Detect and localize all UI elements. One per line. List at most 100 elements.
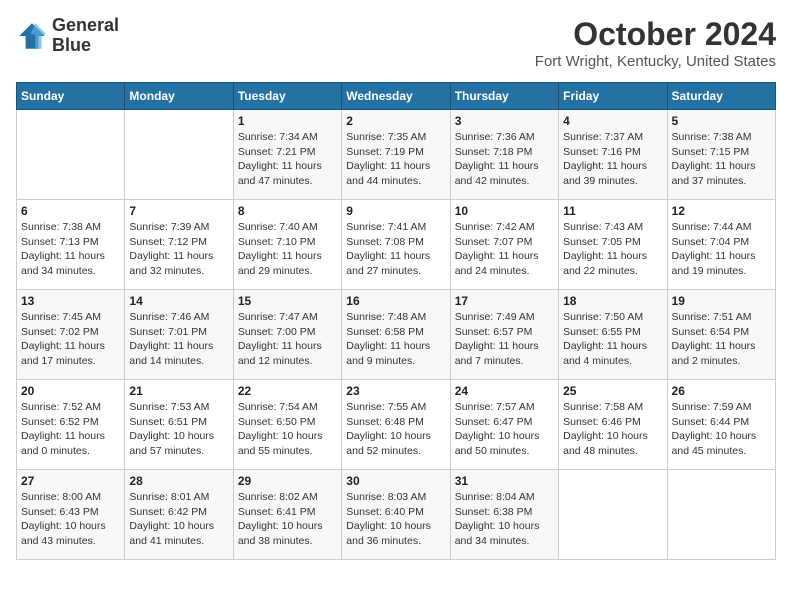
day-info: Sunrise: 7:38 AM Sunset: 7:15 PM Dayligh…: [672, 130, 771, 189]
day-info: Sunrise: 7:45 AM Sunset: 7:02 PM Dayligh…: [21, 310, 120, 369]
day-info: Sunrise: 7:44 AM Sunset: 7:04 PM Dayligh…: [672, 220, 771, 279]
day-number: 29: [238, 474, 337, 488]
day-info: Sunrise: 7:55 AM Sunset: 6:48 PM Dayligh…: [346, 400, 445, 459]
day-number: 1: [238, 114, 337, 128]
day-info: Sunrise: 7:50 AM Sunset: 6:55 PM Dayligh…: [563, 310, 662, 369]
day-number: 12: [672, 204, 771, 218]
calendar-cell: 11Sunrise: 7:43 AM Sunset: 7:05 PM Dayli…: [559, 200, 667, 290]
day-number: 19: [672, 294, 771, 308]
calendar-cell: 27 Sunrise: 8:00 AM Sunset: 6:43 PM Dayli…: [17, 470, 125, 560]
day-number: 3: [455, 114, 554, 128]
logo-line2: Blue: [52, 36, 119, 56]
day-info: Sunrise: 7:57 AM Sunset: 6:47 PM Dayligh…: [455, 400, 554, 459]
day-info: Sunrise: 7:48 AM Sunset: 6:58 PM Dayligh…: [346, 310, 445, 369]
day-number: 16: [346, 294, 445, 308]
calendar-body: 1 Sunrise: 7:34 AM Sunset: 7:21 PM Daylig…: [17, 110, 776, 560]
calendar-cell: 1 Sunrise: 7:34 AM Sunset: 7:21 PM Daylig…: [233, 110, 341, 200]
calendar-cell: [17, 110, 125, 200]
calendar-cell: [667, 470, 775, 560]
day-number: 28: [129, 474, 228, 488]
day-number: 23: [346, 384, 445, 398]
calendar-cell: 9 Sunrise: 7:41 AM Sunset: 7:08 PM Daylig…: [342, 200, 450, 290]
day-number: 24: [455, 384, 554, 398]
logo-line1: General: [52, 16, 119, 36]
day-info: Sunrise: 7:34 AM Sunset: 7:21 PM Dayligh…: [238, 130, 337, 189]
day-info: Sunrise: 7:43 AM Sunset: 7:05 PM Dayligh…: [563, 220, 662, 279]
calendar-cell: 3Sunrise: 7:36 AM Sunset: 7:18 PM Daylig…: [450, 110, 558, 200]
day-number: 17: [455, 294, 554, 308]
day-number: 5: [672, 114, 771, 128]
day-info: Sunrise: 8:02 AM Sunset: 6:41 PM Dayligh…: [238, 490, 337, 549]
day-number: 2: [346, 114, 445, 128]
calendar-cell: 7 Sunrise: 7:39 AM Sunset: 7:12 PM Daylig…: [125, 200, 233, 290]
day-info: Sunrise: 7:41 AM Sunset: 7:08 PM Dayligh…: [346, 220, 445, 279]
day-number: 30: [346, 474, 445, 488]
day-number: 20: [21, 384, 120, 398]
day-number: 26: [672, 384, 771, 398]
day-number: 6: [21, 204, 120, 218]
calendar-cell: 21 Sunrise: 7:53 AM Sunset: 6:51 PM Dayli…: [125, 380, 233, 470]
calendar-cell: 5 Sunrise: 7:38 AM Sunset: 7:15 PM Daylig…: [667, 110, 775, 200]
header-day: Thursday: [450, 83, 558, 110]
calendar-cell: 17 Sunrise: 7:49 AM Sunset: 6:57 PM Dayli…: [450, 290, 558, 380]
day-number: 15: [238, 294, 337, 308]
day-info: Sunrise: 8:00 AM Sunset: 6:43 PM Dayligh…: [21, 490, 120, 549]
day-info: Sunrise: 7:39 AM Sunset: 7:12 PM Dayligh…: [129, 220, 228, 279]
calendar-week: 6 Sunrise: 7:38 AM Sunset: 7:13 PM Daylig…: [17, 200, 776, 290]
day-info: Sunrise: 7:38 AM Sunset: 7:13 PM Dayligh…: [21, 220, 120, 279]
calendar-header: SundayMondayTuesdayWednesdayThursdayFrid…: [17, 83, 776, 110]
calendar-cell: 15 Sunrise: 7:47 AM Sunset: 7:00 PM Dayli…: [233, 290, 341, 380]
day-number: 4: [563, 114, 662, 128]
calendar-week: 20Sunrise: 7:52 AM Sunset: 6:52 PM Dayli…: [17, 380, 776, 470]
header-day: Friday: [559, 83, 667, 110]
calendar-cell: 6 Sunrise: 7:38 AM Sunset: 7:13 PM Daylig…: [17, 200, 125, 290]
day-number: 18: [563, 294, 662, 308]
calendar-cell: 16 Sunrise: 7:48 AM Sunset: 6:58 PM Dayli…: [342, 290, 450, 380]
logo: General Blue: [16, 16, 119, 56]
calendar-cell: 26Sunrise: 7:59 AM Sunset: 6:44 PM Dayli…: [667, 380, 775, 470]
header-day: Tuesday: [233, 83, 341, 110]
day-number: 9: [346, 204, 445, 218]
header-day: Sunday: [17, 83, 125, 110]
calendar-cell: 18 Sunrise: 7:50 AM Sunset: 6:55 PM Dayli…: [559, 290, 667, 380]
day-number: 10: [455, 204, 554, 218]
header-day: Wednesday: [342, 83, 450, 110]
day-number: 22: [238, 384, 337, 398]
calendar-cell: 19 Sunrise: 7:51 AM Sunset: 6:54 PM Dayli…: [667, 290, 775, 380]
calendar-cell: 22Sunrise: 7:54 AM Sunset: 6:50 PM Dayli…: [233, 380, 341, 470]
calendar-cell: 30 Sunrise: 8:03 AM Sunset: 6:40 PM Dayli…: [342, 470, 450, 560]
day-number: 8: [238, 204, 337, 218]
day-number: 25: [563, 384, 662, 398]
day-info: Sunrise: 7:35 AM Sunset: 7:19 PM Dayligh…: [346, 130, 445, 189]
day-number: 7: [129, 204, 228, 218]
logo-icon: [16, 20, 48, 52]
calendar-table: SundayMondayTuesdayWednesdayThursdayFrid…: [16, 82, 776, 560]
header-day: Monday: [125, 83, 233, 110]
calendar-cell: 23 Sunrise: 7:55 AM Sunset: 6:48 PM Dayli…: [342, 380, 450, 470]
day-info: Sunrise: 8:04 AM Sunset: 6:38 PM Dayligh…: [455, 490, 554, 549]
calendar-cell: 25 Sunrise: 7:58 AM Sunset: 6:46 PM Dayli…: [559, 380, 667, 470]
calendar-cell: [559, 470, 667, 560]
calendar-cell: 24 Sunrise: 7:57 AM Sunset: 6:47 PM Dayli…: [450, 380, 558, 470]
calendar-cell: 10 Sunrise: 7:42 AM Sunset: 7:07 PM Dayli…: [450, 200, 558, 290]
day-info: Sunrise: 7:51 AM Sunset: 6:54 PM Dayligh…: [672, 310, 771, 369]
day-info: Sunrise: 7:42 AM Sunset: 7:07 PM Dayligh…: [455, 220, 554, 279]
calendar-week: 27 Sunrise: 8:00 AM Sunset: 6:43 PM Dayli…: [17, 470, 776, 560]
day-info: Sunrise: 7:49 AM Sunset: 6:57 PM Dayligh…: [455, 310, 554, 369]
day-number: 27: [21, 474, 120, 488]
calendar-cell: 20Sunrise: 7:52 AM Sunset: 6:52 PM Dayli…: [17, 380, 125, 470]
calendar-cell: 4 Sunrise: 7:37 AM Sunset: 7:16 PM Daylig…: [559, 110, 667, 200]
calendar-cell: 31Sunrise: 8:04 AM Sunset: 6:38 PM Dayli…: [450, 470, 558, 560]
day-info: Sunrise: 7:47 AM Sunset: 7:00 PM Dayligh…: [238, 310, 337, 369]
calendar-week: 1 Sunrise: 7:34 AM Sunset: 7:21 PM Daylig…: [17, 110, 776, 200]
day-info: Sunrise: 8:03 AM Sunset: 6:40 PM Dayligh…: [346, 490, 445, 549]
header-day: Saturday: [667, 83, 775, 110]
location-title: Fort Wright, Kentucky, United States: [535, 53, 776, 70]
day-number: 21: [129, 384, 228, 398]
day-info: Sunrise: 7:40 AM Sunset: 7:10 PM Dayligh…: [238, 220, 337, 279]
day-info: Sunrise: 7:58 AM Sunset: 6:46 PM Dayligh…: [563, 400, 662, 459]
day-info: Sunrise: 7:37 AM Sunset: 7:16 PM Dayligh…: [563, 130, 662, 189]
title-section: October 2024 Fort Wright, Kentucky, Unit…: [535, 16, 776, 70]
header-row: SundayMondayTuesdayWednesdayThursdayFrid…: [17, 83, 776, 110]
day-info: Sunrise: 7:53 AM Sunset: 6:51 PM Dayligh…: [129, 400, 228, 459]
